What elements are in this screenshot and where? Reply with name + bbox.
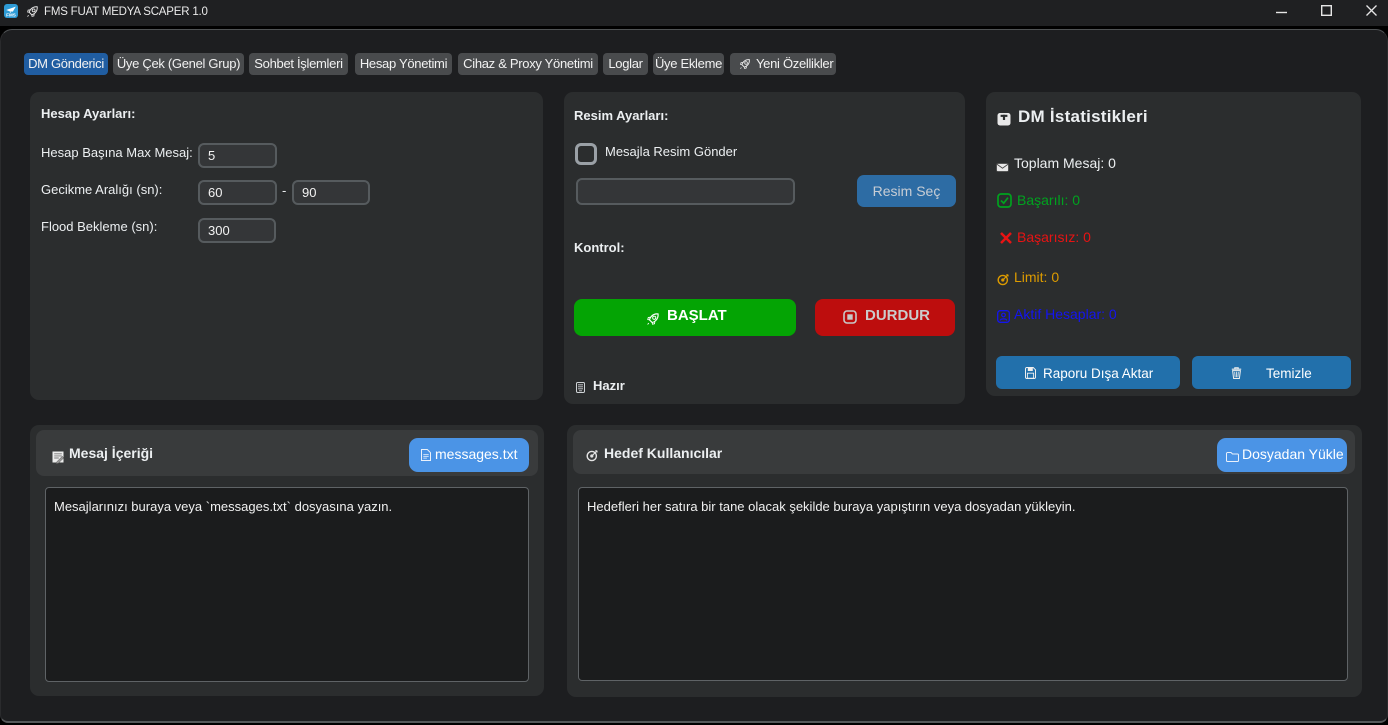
svg-text:FMS: FMS: [6, 13, 16, 18]
